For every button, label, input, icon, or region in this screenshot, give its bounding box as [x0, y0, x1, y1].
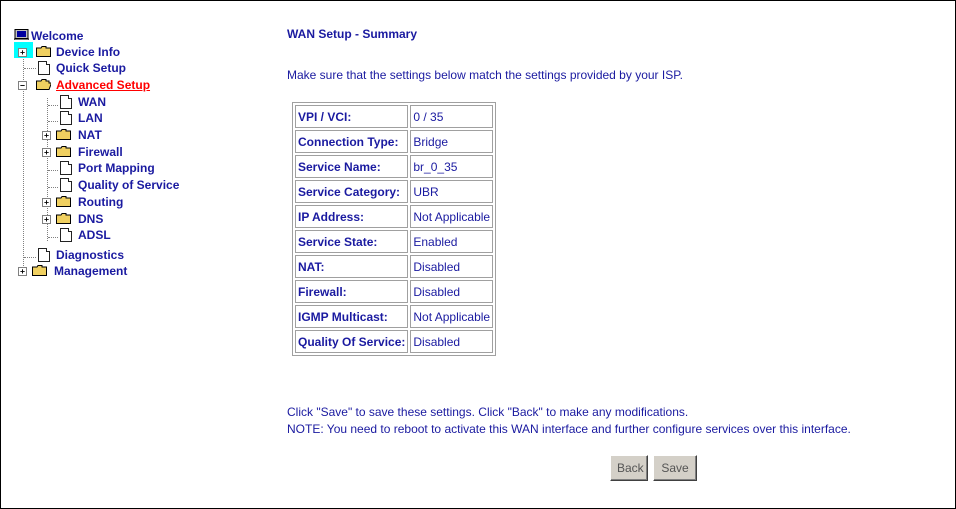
- folder-icon: [56, 196, 71, 207]
- document-icon: [38, 248, 50, 262]
- table-row: NAT: Disabled: [295, 255, 494, 278]
- table-row: IGMP Multicast: Not Applicable: [295, 305, 494, 328]
- tree-line: [48, 237, 58, 238]
- table-row: Firewall: Disabled: [295, 280, 494, 303]
- expand-icon[interactable]: +: [18, 267, 27, 276]
- tree-line: [24, 257, 36, 258]
- computer-icon: [14, 29, 29, 40]
- collapse-icon[interactable]: −: [18, 81, 27, 90]
- document-icon: [60, 228, 72, 242]
- document-icon: [60, 95, 72, 109]
- tree-line: [48, 121, 58, 122]
- intro-text: Make sure that the settings below match …: [287, 68, 683, 82]
- table-row: Quality Of Service: Disabled: [295, 330, 494, 353]
- expand-icon[interactable]: +: [42, 131, 51, 140]
- tree-line: [23, 44, 24, 274]
- field-label: NAT:: [295, 255, 409, 278]
- document-icon: [60, 161, 72, 175]
- field-value: br_0_35: [410, 155, 494, 178]
- tree-line: [48, 170, 58, 171]
- expand-icon[interactable]: +: [42, 215, 51, 224]
- folder-icon: [56, 146, 71, 157]
- page-title: WAN Setup - Summary: [287, 27, 418, 41]
- expand-icon[interactable]: +: [42, 148, 51, 157]
- document-icon: [60, 111, 72, 125]
- table-row: IP Address: Not Applicable: [295, 205, 494, 228]
- field-value: Enabled: [410, 230, 494, 253]
- reboot-note: NOTE: You need to reboot to activate thi…: [287, 422, 851, 436]
- field-label: Firewall:: [295, 280, 409, 303]
- save-instruction: Click "Save" to save these settings. Cli…: [287, 405, 689, 419]
- table-row: VPI / VCI: 0 / 35: [295, 105, 494, 128]
- expand-icon[interactable]: +: [18, 48, 27, 57]
- field-label: Connection Type:: [295, 130, 409, 153]
- field-value: UBR: [410, 180, 494, 203]
- field-value: Disabled: [410, 330, 494, 353]
- tree-line: [48, 187, 58, 188]
- back-button[interactable]: Back: [610, 455, 648, 481]
- field-value: Bridge: [410, 130, 494, 153]
- field-value: 0 / 35: [410, 105, 494, 128]
- field-value: Not Applicable: [410, 205, 494, 228]
- field-label: IP Address:: [295, 205, 409, 228]
- tree-line: [24, 68, 36, 69]
- document-icon: [60, 178, 72, 192]
- field-label: Service Name:: [295, 155, 409, 178]
- field-label: IGMP Multicast:: [295, 305, 409, 328]
- folder-icon: [36, 46, 51, 57]
- field-value: Disabled: [410, 280, 494, 303]
- expand-icon[interactable]: +: [42, 198, 51, 207]
- table-row: Connection Type: Bridge: [295, 130, 494, 153]
- field-label: Service Category:: [295, 180, 409, 203]
- field-label: Quality Of Service:: [295, 330, 409, 353]
- document-icon: [38, 61, 50, 75]
- field-value: Disabled: [410, 255, 494, 278]
- field-label: Service State:: [295, 230, 409, 253]
- table-row: Service Name: br_0_35: [295, 155, 494, 178]
- table-row: Service State: Enabled: [295, 230, 494, 253]
- instructions: Click "Save" to save these settings. Cli…: [287, 404, 851, 438]
- open-folder-icon: [36, 79, 51, 90]
- folder-icon: [56, 129, 71, 140]
- field-label: VPI / VCI:: [295, 105, 409, 128]
- folder-icon: [56, 213, 71, 224]
- tree-line: [48, 105, 58, 106]
- table-row: Service Category: UBR: [295, 180, 494, 203]
- field-value: Not Applicable: [410, 305, 494, 328]
- summary-table: VPI / VCI: 0 / 35 Connection Type: Bridge Se…: [292, 102, 497, 356]
- folder-icon: [32, 265, 47, 276]
- save-button[interactable]: Save: [653, 455, 697, 481]
